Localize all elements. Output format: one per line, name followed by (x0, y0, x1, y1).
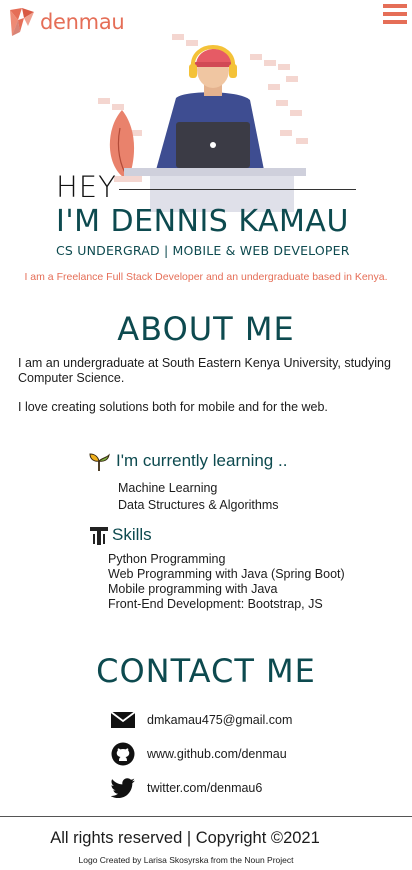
skill-item: Web Programming with Java (Spring Boot) (108, 567, 345, 581)
learning-list: Machine Learning Data Structures & Algor… (118, 480, 388, 514)
about-text: I am an undergraduate at South Eastern K… (18, 356, 398, 415)
skills-heading: Skills (112, 525, 152, 544)
contact-email[interactable]: dmkamau475@gmail.com (110, 703, 370, 737)
greeting-row: HEY (56, 170, 356, 204)
mail-icon (110, 707, 136, 733)
about-paragraph: I am an undergraduate at South Eastern K… (18, 356, 391, 385)
skill-item: Mobile programming with Java (108, 582, 278, 596)
contact-github-text[interactable]: www.github.com/denmau (147, 747, 287, 761)
learning-heading: I'm currently learning .. (116, 451, 288, 470)
hamburger-menu-icon[interactable] (383, 4, 407, 25)
logo-credit: Logo Created by Larisa Skosyrska from th… (78, 855, 294, 865)
skill-item: Python Programming (108, 552, 226, 566)
greeting: HEY (56, 170, 117, 204)
learning-item: Data Structures & Algorithms (118, 498, 279, 512)
twitter-icon (110, 775, 136, 801)
skills-section: Skills Python Programming Web Programmin… (88, 524, 398, 612)
copyright: All rights reserved | Copyright ©2021 (50, 829, 320, 847)
contact-twitter[interactable]: twitter.com/denmau6 (110, 771, 370, 805)
skill-item: Front-End Development: Bootstrap, JS (108, 597, 323, 611)
logo-icon (10, 8, 34, 36)
contact-twitter-text[interactable]: twitter.com/denmau6 (147, 781, 262, 795)
skills-list: Python Programming Web Programming with … (108, 552, 398, 612)
hero-role: CS UNDERGRAD | MOBILE & WEB DEVELOPER (56, 243, 350, 258)
contact-list: dmkamau475@gmail.com www.github.com/denm… (110, 703, 370, 805)
hero-tagline: I am a Freelance Full Stack Developer an… (24, 271, 388, 283)
contact-github[interactable]: www.github.com/denmau (110, 737, 370, 771)
about-paragraph: I love creating solutions both for mobil… (18, 400, 328, 414)
skills-heading-row: Skills (88, 524, 398, 546)
contact-email-text[interactable]: dmkamau475@gmail.com (147, 713, 292, 727)
sprout-icon (89, 453, 110, 471)
greeting-divider (118, 188, 356, 190)
footer: All rights reserved | Copyright ©2021 Lo… (0, 816, 412, 870)
learning-item: Machine Learning (118, 481, 218, 495)
hero-intro: HEY I'M DENNIS KAMAU CS UNDERGRAD | MOBI… (56, 170, 356, 258)
hero-name: I'M DENNIS KAMAU (56, 204, 349, 239)
github-icon (110, 741, 136, 767)
learning-heading-row: I'm currently learning .. (88, 450, 388, 472)
learning-section: I'm currently learning .. Machine Learni… (88, 450, 388, 514)
contact-title: CONTACT ME (96, 652, 316, 690)
about-title: ABOUT ME (117, 310, 295, 348)
tools-icon (90, 527, 108, 545)
